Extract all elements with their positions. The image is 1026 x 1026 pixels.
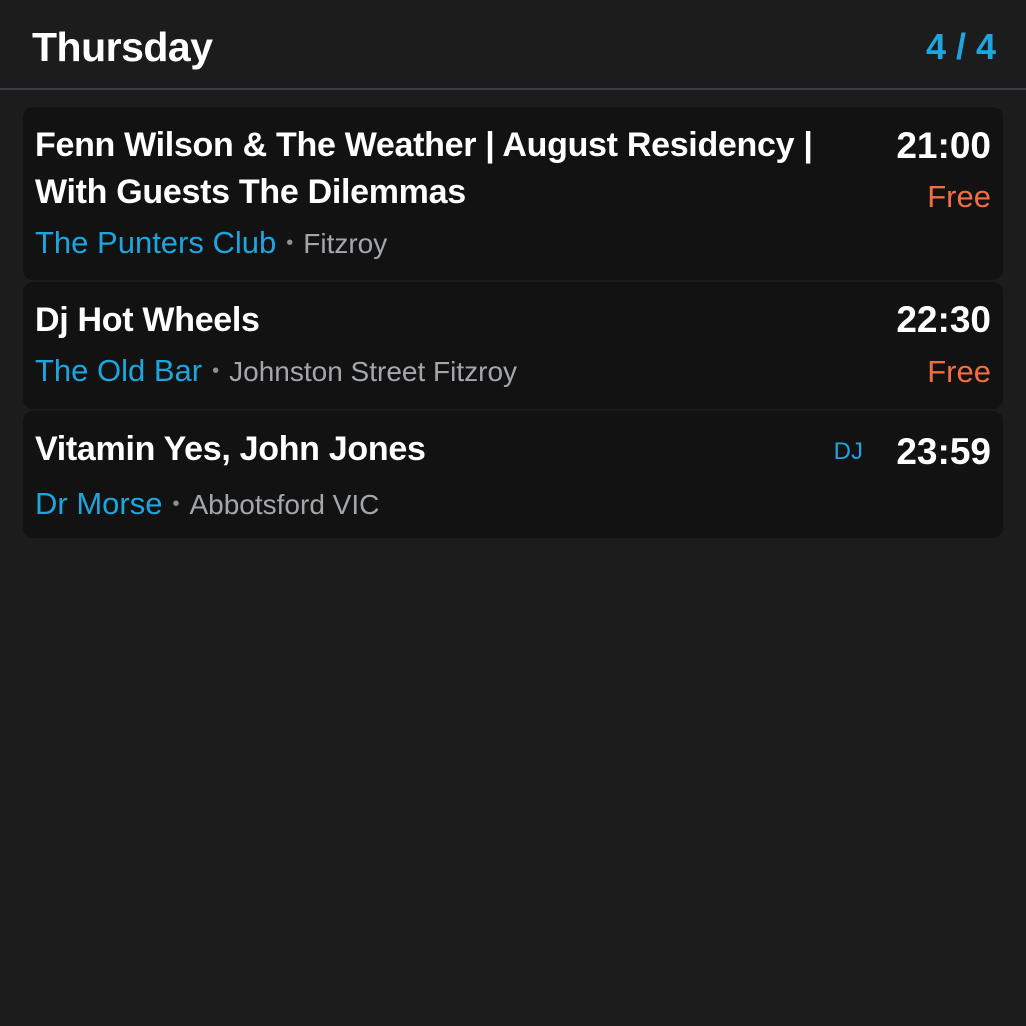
- event-title: Fenn Wilson & The Weather | August Resid…: [35, 126, 813, 211]
- event-card[interactable]: Dj Hot Wheels The Old Bar • Johnston Stree…: [23, 282, 1003, 409]
- venue-name[interactable]: The Old Bar: [35, 353, 202, 388]
- event-card[interactable]: Fenn Wilson & The Weather | August Resid…: [23, 107, 1003, 280]
- separator-dot: •: [286, 232, 294, 254]
- venue-line: Dr Morse • Abbotsford VIC: [35, 484, 379, 530]
- venue-name[interactable]: Dr Morse: [35, 486, 162, 521]
- event-list: Fenn Wilson & The Weather | August Resid…: [23, 107, 1003, 540]
- price-label: Free: [927, 179, 991, 214]
- price-label: Free: [927, 354, 991, 389]
- venue-location: Johnston Street Fitzroy: [229, 356, 518, 387]
- separator-dot: •: [172, 493, 180, 515]
- event-time: 23:59: [896, 431, 991, 472]
- event-time: 21:00: [896, 125, 991, 166]
- genre-tag: DJ: [833, 438, 863, 465]
- day-title: Thursday: [32, 24, 213, 70]
- separator-dot: •: [212, 360, 220, 382]
- event-title: Dj Hot Wheels: [35, 301, 260, 339]
- venue-line: The Old Bar • Johnston Street Fitzroy: [35, 351, 517, 397]
- venue-location: Abbotsford VIC: [189, 489, 380, 520]
- venue-name[interactable]: The Punters Club: [35, 225, 276, 260]
- venue-line: The Punters Club • Fitzroy: [35, 223, 387, 269]
- venue-location: Fitzroy: [303, 228, 388, 259]
- event-card[interactable]: Vitamin Yes, John Jones Dr Morse • Abbotsf…: [23, 411, 1003, 538]
- event-time: 22:30: [896, 299, 991, 340]
- page-count: 4 / 4: [925, 26, 996, 67]
- event-title: Vitamin Yes, John Jones: [35, 430, 426, 468]
- day-header: Thursday 4 / 4: [0, 0, 1026, 90]
